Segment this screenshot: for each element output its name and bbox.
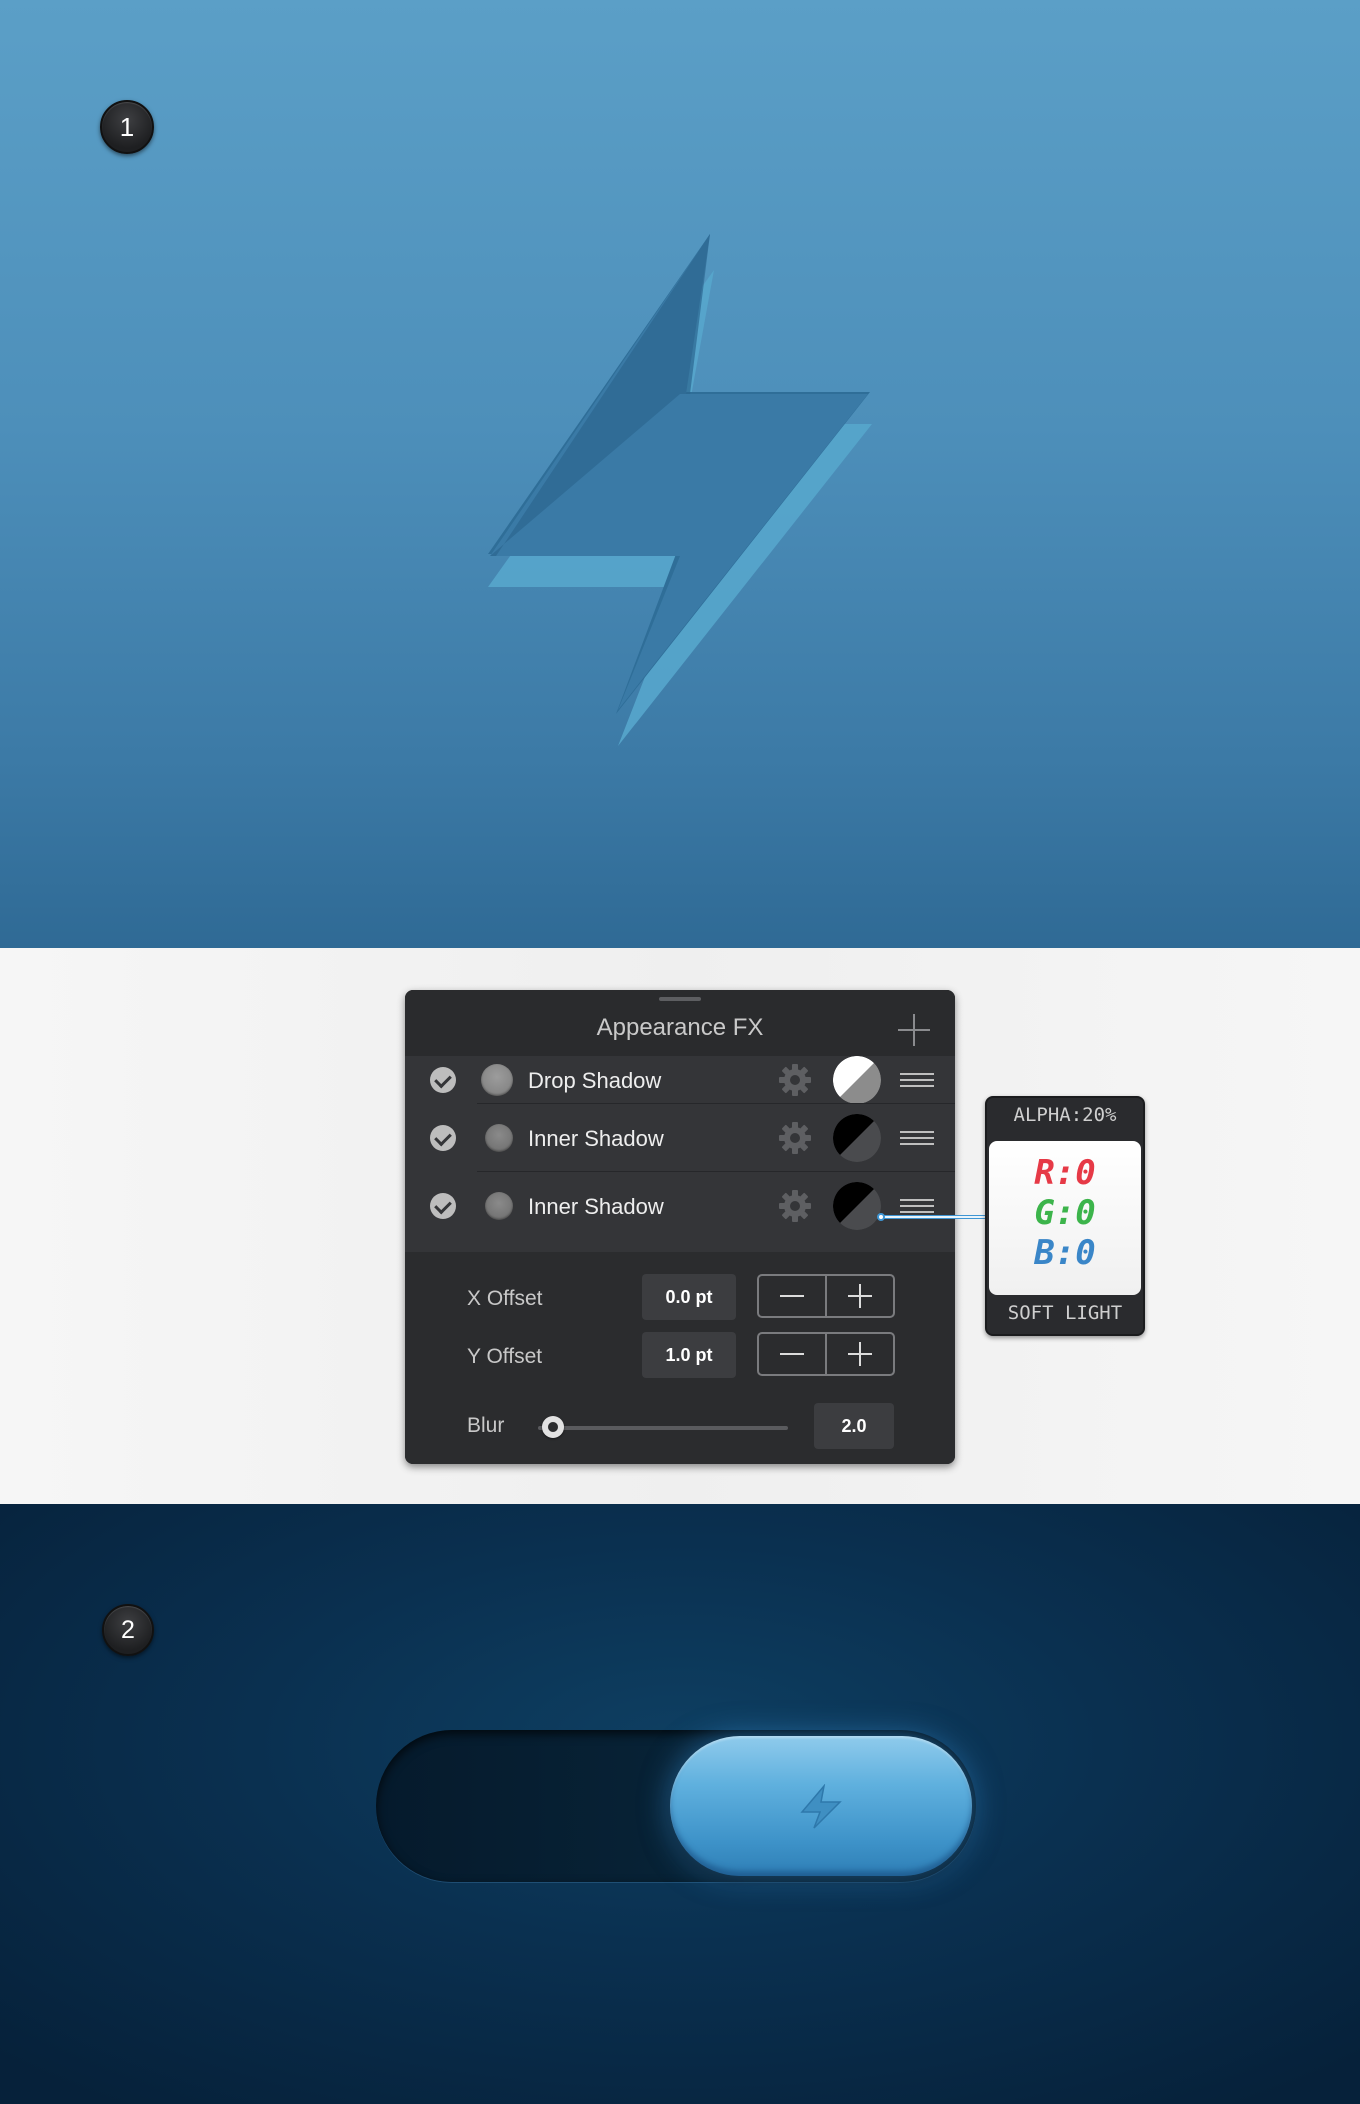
y-offset-label: Y Offset (467, 1345, 543, 1368)
step-2-badge: 2 (102, 1604, 154, 1656)
panel-title: Appearance FX (596, 1014, 764, 1041)
appearance-fx-panel: Appearance FX Drop Shadow Inner Shadow I… (405, 990, 955, 1464)
blend-mode-icon[interactable] (833, 1114, 881, 1162)
check-icon[interactable] (430, 1193, 456, 1219)
blend-mode-icon[interactable] (833, 1056, 881, 1104)
plus-icon[interactable] (827, 1276, 893, 1316)
alpha-label: ALPHA:20% (1013, 1104, 1117, 1126)
color-swatch[interactable] (485, 1192, 513, 1220)
effect-row-drop-shadow[interactable]: Drop Shadow (405, 1056, 955, 1104)
color-info-tooltip: ALPHA:20% R:0 G:0 B:0 SOFT LIGHT (985, 1096, 1145, 1336)
panel-header: Appearance FX (405, 990, 955, 1056)
red-value: R:0 (1034, 1153, 1096, 1193)
effect-label: Inner Shadow (528, 1194, 664, 1219)
blur-label: Blur (467, 1414, 505, 1437)
gear-icon[interactable] (778, 1063, 812, 1097)
lightning-icon (488, 234, 872, 746)
step-2-canvas: 2 (0, 1504, 1360, 2104)
effects-list: Drop Shadow Inner Shadow Inner Shadow (405, 1056, 955, 1252)
gear-icon[interactable] (778, 1189, 812, 1223)
plus-icon[interactable] (898, 1014, 930, 1046)
x-offset-label: X Offset (467, 1287, 543, 1310)
menu-icon[interactable] (900, 1073, 934, 1087)
x-offset-field[interactable]: 0.0 pt (642, 1274, 736, 1320)
green-value: G:0 (1034, 1193, 1096, 1233)
effect-row-inner-shadow-2[interactable]: Inner Shadow (405, 1172, 955, 1240)
menu-icon[interactable] (900, 1131, 934, 1145)
color-swatch[interactable] (485, 1124, 513, 1152)
blur-slider-handle[interactable] (542, 1416, 564, 1438)
rgb-values: R:0 G:0 B:0 (989, 1141, 1141, 1295)
effect-label: Inner Shadow (528, 1126, 664, 1151)
step-2-number: 2 (121, 1616, 135, 1644)
blue-value: B:0 (1034, 1233, 1096, 1273)
effect-row-inner-shadow-1[interactable]: Inner Shadow (405, 1104, 955, 1172)
check-icon[interactable] (430, 1125, 456, 1151)
panel-drag-handle[interactable] (659, 997, 701, 1001)
effect-label: Drop Shadow (528, 1068, 662, 1093)
blend-mode-label: SOFT LIGHT (1007, 1302, 1123, 1324)
y-offset-stepper (757, 1332, 895, 1376)
lightning-icon (800, 1784, 842, 1829)
check-icon[interactable] (430, 1067, 456, 1093)
color-swatch[interactable] (481, 1064, 513, 1096)
step-1-canvas: 1 (0, 0, 1360, 948)
blend-mode-icon[interactable] (833, 1182, 881, 1230)
x-offset-stepper (757, 1274, 895, 1318)
blur-slider[interactable] (538, 1426, 788, 1430)
gear-icon[interactable] (778, 1121, 812, 1155)
minus-icon[interactable] (759, 1334, 825, 1374)
blur-field[interactable]: 2.0 (814, 1403, 894, 1449)
effect-settings: X Offset 0.0 pt Y Offset 1.0 pt Blur 2.0 (405, 1252, 955, 1464)
y-offset-field[interactable]: 1.0 pt (642, 1332, 736, 1378)
tooltip-connector (877, 1213, 986, 1221)
minus-icon[interactable] (759, 1276, 825, 1316)
plus-icon[interactable] (827, 1334, 893, 1374)
menu-icon[interactable] (900, 1199, 934, 1213)
